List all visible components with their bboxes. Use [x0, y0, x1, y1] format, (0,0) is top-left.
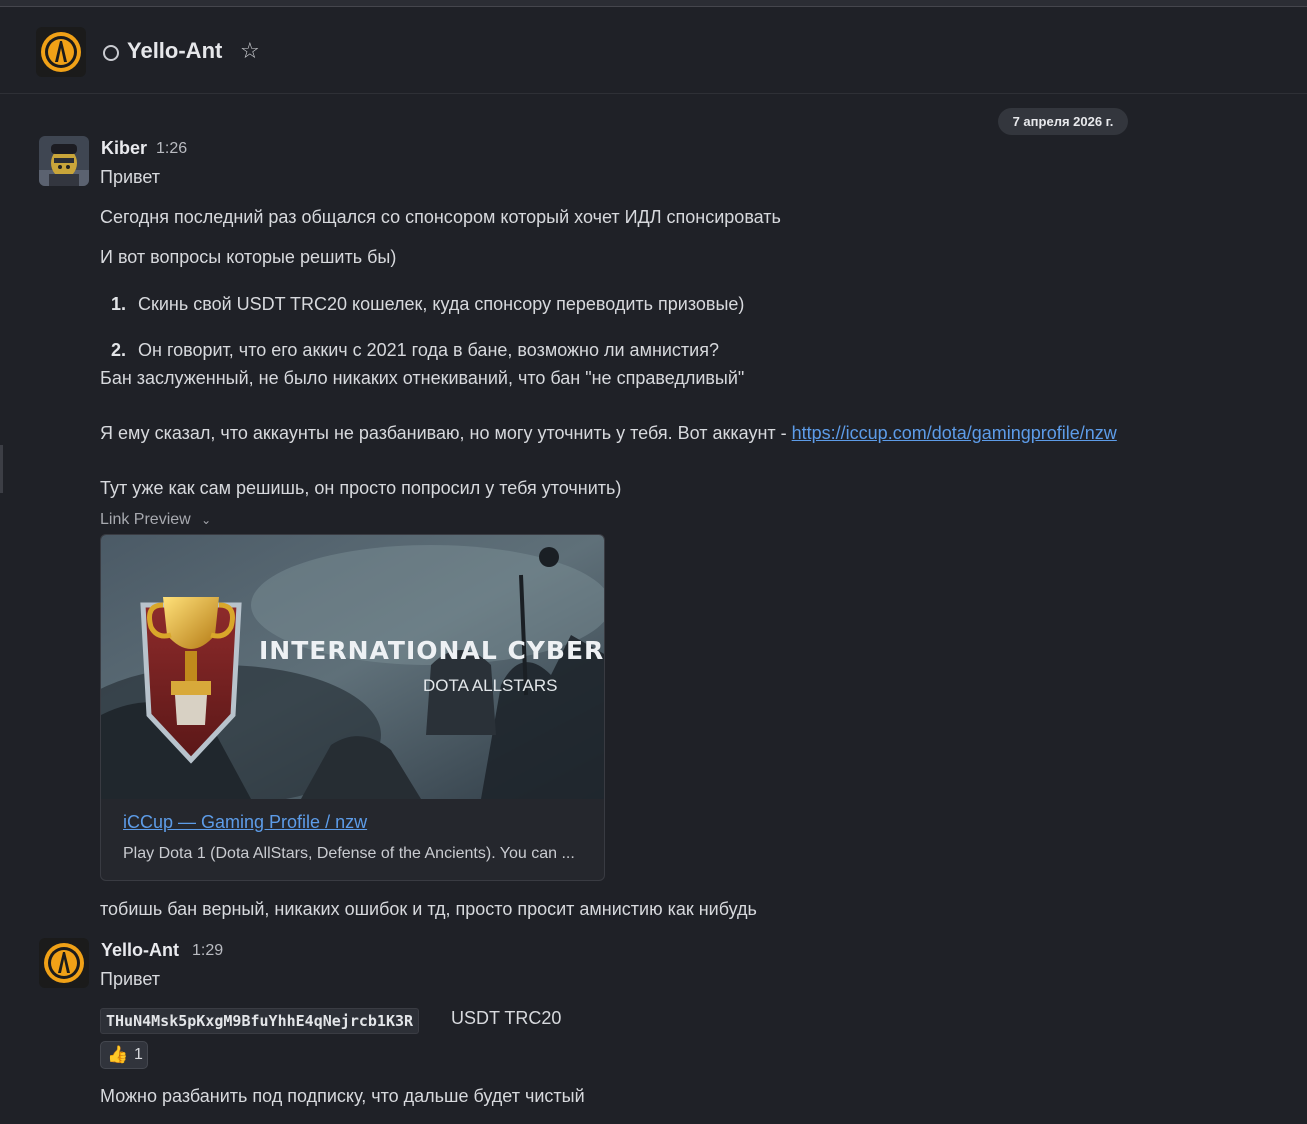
link-preview-toggle[interactable]: Link Preview ⌄	[100, 511, 211, 529]
wallet-address-code[interactable]: THuN4Msk5pKxgM9BfuYhhE4qNejrcb1K3R	[100, 1008, 420, 1034]
reaction-count: 1	[134, 1046, 143, 1063]
presence-status-icon	[103, 45, 119, 61]
link-preview-description: Play Dota 1 (Dota AllStars, Defense of t…	[123, 845, 575, 862]
avatar[interactable]	[39, 136, 89, 186]
message-time: 1:29	[192, 942, 224, 959]
message-text: Бан заслуженный, не было никаких отнекив…	[100, 368, 745, 388]
link-preview-image-subtitle: DOTA ALLSTARS	[423, 676, 557, 695]
message-text-with-link: Я ему сказал, что аккаунты не разбаниваю…	[100, 423, 1117, 444]
message-text: Можно разбанить под подписку, что дальше…	[100, 1086, 585, 1106]
window-top-border	[0, 0, 1307, 7]
date-separator: 7 апреля 2026 г.	[998, 108, 1128, 135]
message-time: 1:26	[156, 140, 188, 157]
message-text: Сегодня последний раз общался со спонсор…	[100, 207, 781, 227]
link-preview-label: Link Preview	[100, 511, 191, 528]
list-number: 1.	[111, 294, 127, 314]
link-preview-image-title: INTERNATIONAL CYBER CUP	[259, 636, 605, 665]
message-text: И вот вопросы которые решить бы)	[100, 247, 397, 267]
message-author[interactable]: Kiber	[101, 138, 147, 159]
thumbs-up-icon: 👍	[107, 1045, 129, 1064]
link-preview-card[interactable]: INTERNATIONAL CYBER CUP DOTA ALLSTARS iC…	[100, 534, 605, 881]
message-text: Тут уже как сам решишь, он просто попрос…	[100, 478, 622, 498]
chat-header: Yello-Ant ☆	[0, 7, 1307, 94]
message-text: Привет	[100, 167, 161, 187]
message-text: Привет	[100, 969, 161, 989]
reaction-thumbs-up[interactable]: 👍 1	[100, 1041, 148, 1069]
chevron-down-icon: ⌄	[201, 513, 212, 527]
message-text: Я ему сказал, что аккаунты не разбаниваю…	[100, 423, 792, 443]
message-author[interactable]: Yello-Ant	[101, 940, 179, 961]
account-link[interactable]: https://iccup.com/dota/gamingprofile/nzw	[792, 423, 1117, 443]
link-preview-title[interactable]: iCCup — Gaming Profile / nzw	[123, 812, 367, 833]
message-text: USDT TRC20	[451, 1008, 562, 1028]
list-item: Скинь свой USDT TRC20 кошелек, куда спон…	[138, 294, 745, 314]
avatar[interactable]	[39, 938, 89, 988]
list-number: 2.	[111, 340, 127, 360]
channel-avatar[interactable]	[36, 27, 86, 77]
channel-title: Yello-Ant	[127, 38, 223, 63]
scroll-edge	[0, 445, 3, 493]
link-preview-image[interactable]: INTERNATIONAL CYBER CUP DOTA ALLSTARS	[101, 535, 605, 799]
star-icon[interactable]: ☆	[240, 38, 260, 64]
list-item: Он говорит, что его аккич с 2021 года в …	[138, 340, 719, 360]
message-text: тобишь бан верный, никаких ошибок и тд, …	[100, 899, 757, 919]
